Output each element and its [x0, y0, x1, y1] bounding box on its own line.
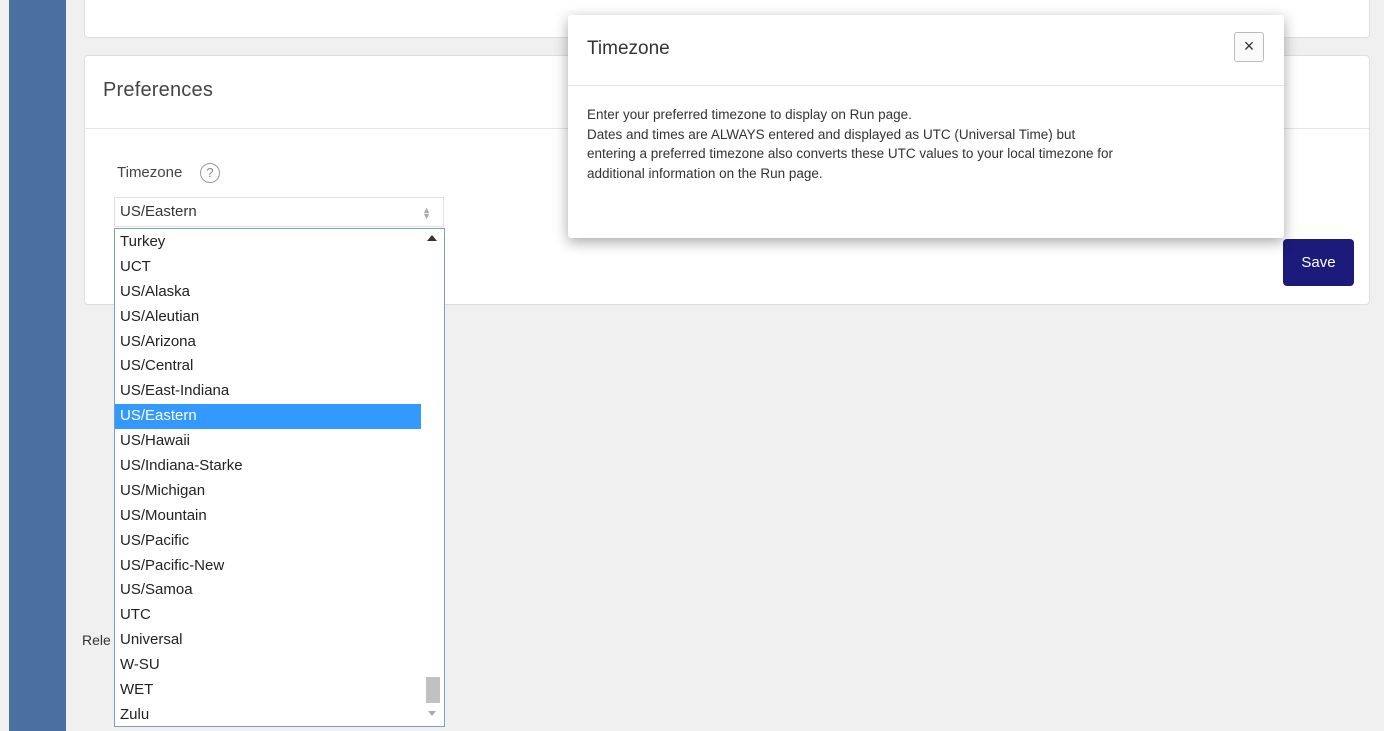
timezone-select[interactable]: US/Eastern ▲ ▼ [114, 197, 444, 227]
timezone-option[interactable]: US/Pacific [115, 529, 421, 554]
scroll-up-arrow-icon[interactable] [427, 235, 437, 241]
timezone-option[interactable]: US/Eastern [115, 404, 421, 430]
modal-header: Timezone × [568, 15, 1284, 86]
sidebar [0, 0, 66, 731]
timezone-option[interactable]: Universal [115, 628, 421, 653]
scroll-down-arrow-icon[interactable] [428, 711, 436, 716]
modal-body: Enter your preferred timezone to display… [587, 105, 1277, 183]
select-arrows-icon: ▲ ▼ [422, 205, 431, 221]
timezone-option[interactable]: US/Hawaii [115, 429, 421, 454]
timezone-option[interactable]: US/Arizona [115, 330, 421, 355]
timezone-option[interactable]: US/Samoa [115, 578, 421, 603]
timezone-help-modal: Timezone × Enter your preferred timezone… [568, 15, 1284, 238]
timezone-option[interactable]: US/Michigan [115, 479, 421, 504]
timezone-select-value: US/Eastern [120, 203, 197, 220]
timezone-option[interactable]: US/East-Indiana [115, 379, 421, 404]
timezone-option[interactable]: US/Aleutian [115, 305, 421, 330]
sidebar-edge [0, 0, 9, 731]
modal-body-line: Dates and times are ALWAYS entered and d… [587, 126, 1076, 142]
modal-title: Timezone [587, 38, 670, 59]
timezone-label: Timezone [117, 164, 183, 181]
timezone-option[interactable]: UTC [115, 603, 421, 628]
timezone-option[interactable]: W-SU [115, 653, 421, 678]
timezone-dropdown-list[interactable]: Turkey UCT US/Alaska US/Aleutian US/Arizona U… [114, 228, 445, 727]
scrollbar[interactable] [422, 229, 444, 726]
preferences-title: Preferences [103, 79, 214, 101]
timezone-option[interactable]: US/Central [115, 354, 421, 379]
timezone-option[interactable]: UCT [115, 255, 421, 280]
modal-body-line: entering a preferred timezone also conve… [587, 146, 1114, 161]
timezone-option[interactable]: US/Pacific-New [115, 554, 421, 579]
modal-body-line: Enter your preferred timezone to display… [587, 107, 912, 122]
help-icon[interactable]: ? [200, 163, 220, 183]
modal-body-line: additional information on the Run page. [587, 165, 823, 181]
close-icon[interactable]: × [1234, 32, 1264, 62]
timezone-option[interactable]: US/Mountain [115, 504, 421, 529]
timezone-option[interactable]: Zulu [115, 703, 421, 726]
save-button[interactable]: Save [1283, 239, 1354, 286]
timezone-option[interactable]: US/Indiana-Starke [115, 454, 421, 479]
dropdown-options: Turkey UCT US/Alaska US/Aleutian US/Arizona U… [115, 230, 421, 726]
timezone-option[interactable]: Turkey [115, 230, 421, 255]
timezone-option[interactable]: WET [115, 678, 421, 703]
timezone-option[interactable]: US/Alaska [115, 280, 421, 305]
partial-label: Rele [82, 632, 111, 648]
scroll-thumb[interactable] [426, 677, 440, 703]
